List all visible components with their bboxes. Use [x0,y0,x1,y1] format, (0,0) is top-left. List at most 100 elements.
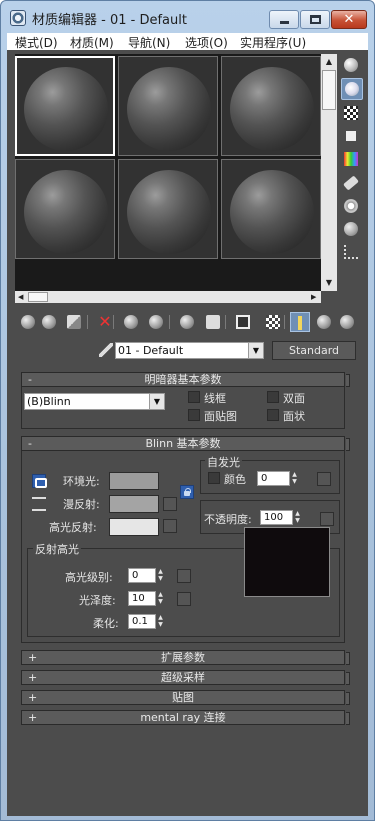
menu-bar: 模式(D) 材质(M) 导航(N) 选项(O) 实用程序(U) [7,33,368,50]
menu-mode[interactable]: 模式(D) [15,34,58,51]
specular-color-swatch[interactable] [109,518,159,536]
scroll-thumb[interactable] [28,292,48,302]
menu-options[interactable]: 选项(O) [185,34,228,51]
scroll-down-icon[interactable]: ▼ [321,275,337,290]
self-illum-value: 0 [261,473,268,484]
self-illum-spinner[interactable]: 0 ▲ ▼ [257,471,297,486]
pick-material-eyedropper-icon[interactable] [99,343,113,357]
backlight-button[interactable] [341,78,363,100]
rollout-expand-sign: + [28,711,38,724]
rollout-edge [346,652,350,665]
faceted-label: 面状 [283,410,305,423]
select-by-material-icon [344,222,358,236]
rollout-shader-basic[interactable]: - 明暗器基本参数 [21,372,350,387]
menu-utilities[interactable]: 实用程序(U) [240,34,306,51]
options-icon [344,199,358,213]
sample-uv-tiling-button[interactable] [341,126,363,148]
rollout-supersampling[interactable]: + 超级采样 [21,670,350,685]
scroll-right-icon[interactable]: ▶ [311,291,316,303]
opacity-map-button[interactable] [320,512,334,526]
spinner-arrows-icon[interactable]: ▲ ▼ [290,472,299,485]
two-sided-checkbox[interactable] [267,391,279,403]
diffuse-color-swatch[interactable] [109,495,159,513]
lock-icon[interactable] [180,485,194,499]
scroll-left-icon[interactable]: ◀ [18,291,23,303]
specular-label: 高光反射: [49,521,97,534]
editor-client-area: 模式(D) 材质(M) 导航(N) 选项(O) 实用程序(U) ▲ ▼ ◀ ▶ [7,33,368,816]
diffuse-map-button[interactable] [163,497,177,511]
spinner-arrows-icon[interactable]: ▲ ▼ [293,511,302,524]
specular-level-spinner[interactable]: 0 ▲ ▼ [128,568,163,583]
face-map-label: 面贴图 [204,410,237,423]
copy-material-button[interactable] [121,312,141,332]
self-illum-group-label: 自发光 [205,454,242,470]
spinner-arrows-icon[interactable]: ▲ ▼ [156,592,165,605]
sample-slot[interactable] [15,159,115,259]
sample-type-button[interactable] [341,55,363,77]
assign-to-selection-button[interactable] [64,312,84,332]
shader-type-combo[interactable]: (B)Blinn ▼ [24,393,165,410]
sample-slot[interactable] [118,56,218,156]
show-shaded-in-viewport-button[interactable] [233,312,253,332]
rollout-edge [346,438,350,451]
opacity-spinner[interactable]: 100 ▲ ▼ [260,510,300,525]
sample-slot[interactable] [118,159,218,259]
sample-slot[interactable] [221,56,321,156]
put-to-scene-button[interactable] [39,312,59,332]
rollout-extended-parameters[interactable]: + 扩展参数 [21,650,350,665]
material-type-button[interactable]: Standard [272,341,356,360]
rollout-blinn-basic[interactable]: - Blinn 基本参数 [21,436,350,451]
lock-ambient-diffuse-icon[interactable] [32,474,47,488]
menu-navigation[interactable]: 导航(N) [128,34,170,51]
self-illum-color-checkbox[interactable] [208,472,220,484]
rollout-title: Blinn 基本参数 [145,437,221,450]
go-to-parent-button[interactable] [290,312,310,332]
go-forward-to-sibling-button[interactable] [314,312,334,332]
scroll-up-icon[interactable]: ▲ [321,54,337,69]
glossiness-spinner[interactable]: 10 ▲ ▼ [128,591,163,606]
material-id-channel-icon [206,315,220,329]
specular-level-map-button[interactable] [177,569,191,583]
rollout-maps[interactable]: + 贴图 [21,690,350,705]
sample-slot[interactable] [15,56,115,156]
menu-material[interactable]: 材质(M) [70,34,114,51]
ambient-color-swatch[interactable] [109,472,159,490]
make-preview-button[interactable] [341,173,363,195]
reset-map-button[interactable]: ✕ [95,312,115,332]
material-id-channel-button[interactable] [203,312,223,332]
maximize-button[interactable] [300,10,330,29]
minimize-button[interactable] [269,10,299,29]
material-name-combo[interactable]: 01 - Default ▼ [115,342,264,359]
wire-checkbox[interactable] [188,391,200,403]
get-material-button[interactable] [18,312,38,332]
specular-map-button[interactable] [163,519,177,533]
sample-slot[interactable] [221,159,321,259]
close-button[interactable]: ✕ [331,10,367,29]
spinner-arrows-icon[interactable]: ▲ ▼ [156,615,165,628]
scroll-thumb[interactable] [322,70,336,110]
slots-horizontal-scrollbar[interactable]: ◀ ▶ [15,291,321,303]
face-map-checkbox[interactable] [188,409,200,421]
slots-vertical-scrollbar[interactable]: ▲ ▼ [321,54,337,291]
chevron-down-icon[interactable]: ▼ [248,343,263,358]
rollout-title: 超级采样 [161,671,205,684]
make-unique-button[interactable] [146,312,166,332]
faceted-checkbox[interactable] [267,409,279,421]
material-map-navigator-button[interactable] [341,242,363,264]
video-color-check-button[interactable] [341,149,363,171]
show-end-result-button[interactable] [263,312,283,332]
options-button[interactable] [341,196,363,218]
select-by-material-button[interactable] [341,219,363,241]
soften-spinner[interactable]: 0.1 ▲ ▼ [128,614,163,629]
rollout-mental-ray[interactable]: + mental ray 连接 [21,710,350,725]
self-illum-map-button[interactable] [317,472,331,486]
chevron-down-icon[interactable]: ▼ [149,394,164,409]
spinner-arrows-icon[interactable]: ▲ ▼ [156,569,165,582]
assign-to-selection-icon [67,315,81,329]
material-map-button[interactable] [337,312,357,332]
checker-background-button[interactable] [341,103,363,125]
glossiness-map-button[interactable] [177,592,191,606]
title-bar[interactable]: 材质编辑器 - 01 - Default ✕ [1,1,374,33]
put-to-library-button[interactable] [177,312,197,332]
make-unique-icon [149,315,163,329]
